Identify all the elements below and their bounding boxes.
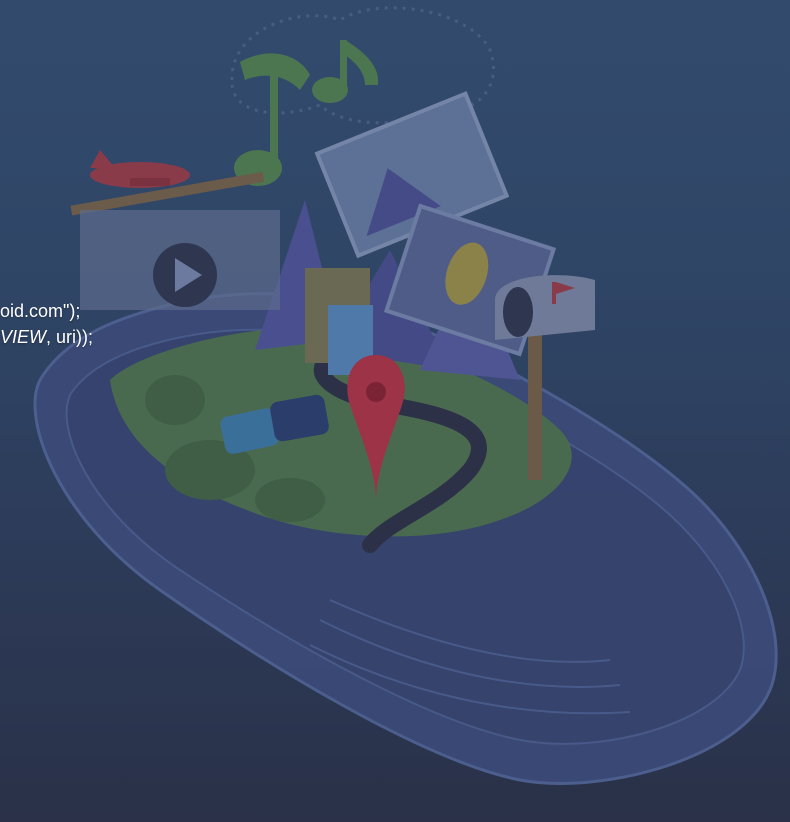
bush <box>255 478 325 522</box>
bush <box>145 375 205 425</box>
code-line-uri-parse: oid.com"); <box>0 301 80 322</box>
code-line-1-text: oid.com"); <box>0 301 81 321</box>
code-line-2-rest: , uri)); <box>46 327 94 347</box>
code-line-2-constant: VIEW <box>0 327 47 347</box>
airplane-icon <box>70 150 265 216</box>
code-line-start-activity: VIEW, uri)); <box>0 327 93 348</box>
play-icon <box>80 210 280 310</box>
background-illustration <box>33 6 778 785</box>
